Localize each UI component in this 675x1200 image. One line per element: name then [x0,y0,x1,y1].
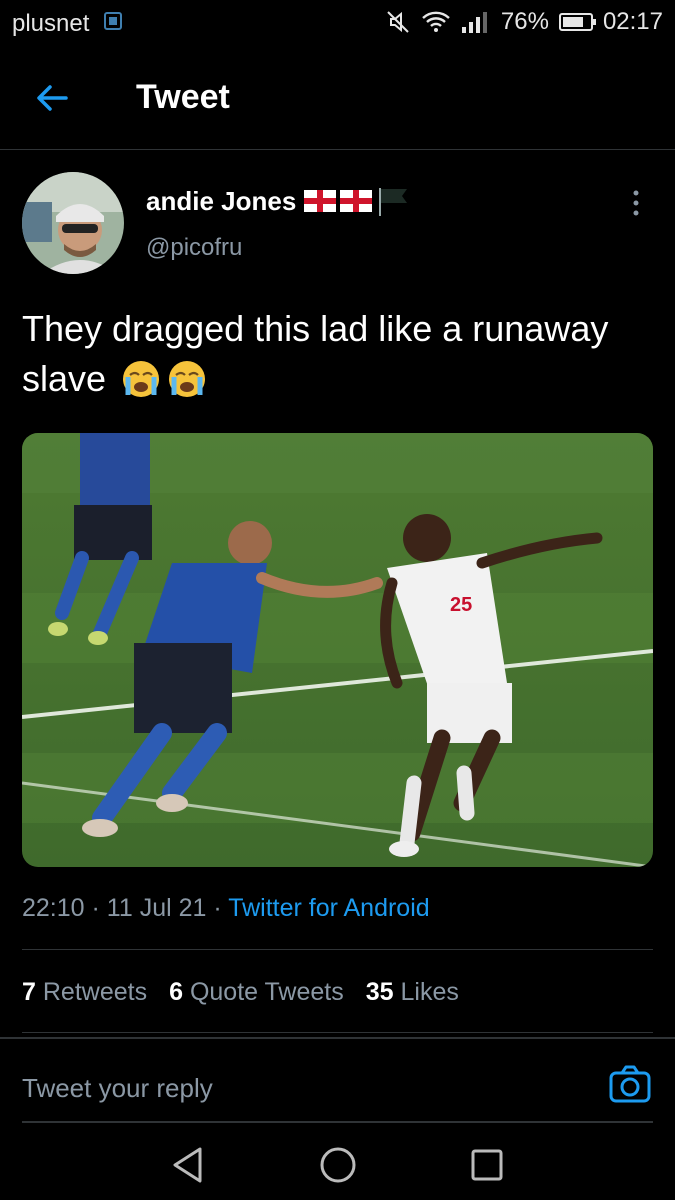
quotes-label: Quote Tweets [189,978,344,1006]
tweet-image[interactable]: 25 [22,433,653,867]
likes-stat[interactable]: 35 Likes [366,978,459,1007]
quotes-count: 6 [169,978,183,1006]
retweets-count: 7 [22,978,36,1006]
nav-recent-apps-icon[interactable] [470,1148,504,1182]
likes-label: Likes [400,978,459,1006]
clock: 02:17 [602,8,663,35]
tweet-meta: 22:10 · 11 Jul 21 · Twitter for Android [22,894,430,923]
likes-count: 35 [365,978,394,1006]
wifi-icon [422,11,450,32]
avatar[interactable] [22,172,124,274]
england-flag-icon [340,190,372,212]
nav-home-icon[interactable] [318,1145,358,1185]
camera-icon[interactable] [608,1064,652,1104]
mute-icon [387,11,409,33]
image-notification-icon [104,12,122,30]
back-arrow-icon[interactable] [30,78,74,118]
stats-divider [22,1032,653,1033]
author-handle[interactable]: @picofru [146,234,242,262]
meta-separator: · [213,894,229,922]
quote-tweets-stat[interactable]: 6 Quote Tweets [169,978,344,1007]
svg-text:25: 25 [450,594,472,616]
more-options-icon[interactable] [626,188,646,218]
reply-bar-divider [0,1037,675,1039]
tweet-date: 11 Jul 21 [106,894,207,922]
battery-percentage: 76% [500,8,549,35]
tweet-stats: 7 Retweets 6 Quote Tweets 35 Likes [22,978,459,1007]
signal-icon [461,12,487,33]
reply-underline [22,1121,653,1123]
tweet-source-link[interactable]: Twitter for Android [228,894,429,922]
header-divider [0,149,675,150]
reply-input[interactable] [22,1068,582,1108]
meta-separator: · [91,894,107,922]
tweet-text: They dragged this lad like a runaway sla… [22,308,609,399]
name-emoji-flags [304,186,410,216]
carrier-name: plusnet [12,10,90,37]
tweet-time: 22:10 [22,894,85,922]
loudly-crying-face-icon [123,361,160,397]
retweets-stat[interactable]: 7 Retweets [22,978,147,1007]
loudly-crying-face-icon [169,361,206,397]
tweet-text-container: They dragged this lad like a runaway sla… [22,304,642,404]
retweets-label: Retweets [42,978,148,1006]
status-bar: plusnet 76% 02:17 [0,0,675,46]
meta-divider [22,949,653,950]
author-display-name[interactable]: andie Jones [146,186,296,217]
nav-back-icon[interactable] [170,1145,206,1185]
england-flag-icon [304,190,336,212]
black-flag-icon [379,188,407,216]
battery-icon [558,13,596,31]
status-icons: 76% 02:17 [385,8,663,36]
page-title: Tweet [136,78,230,116]
